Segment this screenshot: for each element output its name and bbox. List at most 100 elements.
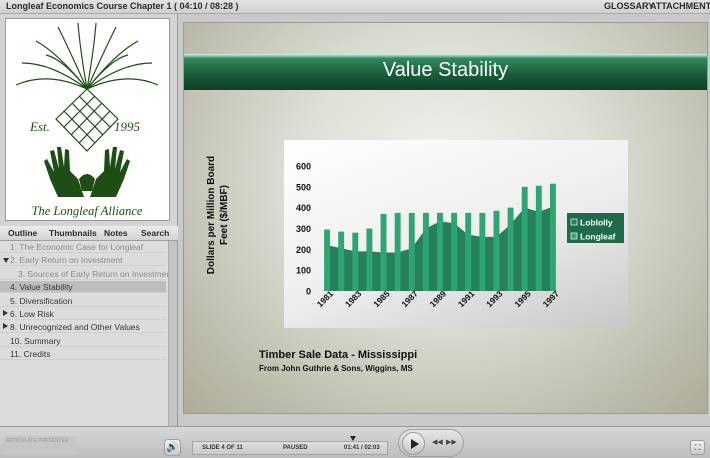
longleaf-bar [493, 210, 500, 291]
logo-established-text: Est. [29, 119, 50, 134]
svg-text:1995: 1995 [114, 119, 141, 134]
source-title: Timber Sale Data - Mississippi [259, 349, 418, 361]
longleaf-bar [408, 212, 415, 291]
player-brand-logo: ARTICULATE PRESENTER [4, 436, 76, 454]
longleaf-bar [366, 228, 373, 291]
attachments-link[interactable]: ATTACHMENTS [650, 1, 710, 11]
play-button[interactable] [402, 432, 425, 455]
outline-item[interactable]: 4. Value Stability [0, 281, 166, 294]
longleaf-bar [507, 207, 514, 291]
x-tick-label: 1985 [371, 288, 392, 309]
outline-item-label: 5. Diversification [10, 295, 73, 306]
x-tick-label: 1993 [484, 288, 505, 309]
volume-button[interactable]: 🔊 [164, 439, 181, 456]
x-tick-label: 1987 [399, 288, 420, 309]
longleaf-bar [338, 231, 345, 291]
outline-item[interactable]: 11. Credits [0, 348, 166, 361]
outline-item[interactable]: 8. Unrecognized and Other Values [0, 321, 166, 334]
player-bar: ARTICULATE PRESENTER 🔊 SLIDE 4 OF 11 PAU… [0, 426, 710, 458]
y-axis-label-line-1: Dollars per Million Board [206, 155, 217, 275]
tab-search[interactable]: Search [141, 228, 169, 238]
playback-controls: ◀◀ ▶▶ [398, 429, 464, 457]
expand-triangle-icon[interactable] [3, 323, 8, 330]
longleaf-bar [521, 186, 528, 291]
y-tick-label: 100 [296, 266, 311, 276]
progress-scrubber[interactable] [350, 436, 356, 441]
outline-item[interactable]: 3. Sources of Early Return on Investment [0, 268, 173, 280]
sidebar: Est. 1995 The Longleaf Alliance Outline … [0, 14, 178, 436]
longleaf-bar [451, 212, 458, 291]
outline-item[interactable]: 1. The Economic Case for Longleaf [0, 241, 166, 253]
y-tick-label: 500 [296, 182, 311, 192]
longleaf-bar [380, 213, 387, 291]
play-icon [411, 439, 419, 449]
slide-elapsed-time: 01:41 / 02:03 [344, 445, 380, 451]
source-subtitle: From John Guthrie & Sons, Wiggins, MS [259, 364, 413, 373]
legend-label: Loblolly [580, 218, 613, 228]
longleaf-bar [549, 183, 556, 291]
outline-item[interactable]: 5. Diversification [0, 295, 166, 307]
x-tick-label: 1989 [428, 288, 449, 309]
speaker-icon: 🔊 [166, 442, 179, 453]
longleaf-alliance-logo: Est. 1995 The Longleaf Alliance [5, 18, 170, 221]
previous-slide-button[interactable]: ◀◀ [432, 438, 443, 446]
playback-status-bar: SLIDE 4 OF 11 PAUSED 01:41 / 02:03 [192, 441, 388, 455]
expand-triangle-icon[interactable] [3, 310, 8, 316]
y-tick-label: 300 [296, 224, 311, 234]
longleaf-bar [437, 212, 443, 291]
hands-icon [44, 147, 130, 197]
longleaf-bar [465, 212, 472, 291]
x-tick-label: 1983 [343, 288, 364, 309]
title-band: Value Stability [184, 54, 707, 90]
collapse-triangle-icon[interactable] [3, 258, 9, 264]
legend-label: Longleaf [580, 232, 616, 242]
chart-y-axis-label: Dollars per Million Board Feet ($/MBF) [205, 130, 231, 300]
slide-count: SLIDE 4 OF 11 [202, 445, 243, 451]
longleaf-bar [394, 212, 401, 291]
outline-item-label: 11. Credits [10, 349, 51, 360]
playback-status: PAUSED [283, 445, 308, 451]
slide-title: Value Stability [382, 59, 509, 81]
y-tick-label: 200 [296, 245, 311, 255]
course-time: ( 04:10 / 08:28 ) [174, 1, 239, 11]
x-tick-label: 1981 [315, 288, 336, 309]
outline-item-label: 2. Early Return on Investment [10, 255, 123, 266]
longleaf-bar [352, 232, 359, 291]
top-bar: Longleaf Economics Course Chapter 1 ( 04… [0, 0, 710, 14]
x-tick-label: 1997 [541, 288, 562, 309]
next-slide-button[interactable]: ▶▶ [446, 438, 457, 446]
y-tick-label: 600 [296, 162, 311, 172]
fullscreen-button[interactable]: ⛶ [690, 440, 705, 455]
x-tick-label: 1995 [512, 288, 533, 309]
legend-swatch [570, 232, 578, 240]
chart-panel: 0 100 200 300 400 500 600 1981 1983 1985 1987 1989 1… [284, 140, 628, 328]
tab-outline[interactable]: Outline [8, 228, 37, 238]
x-tick-label: 1991 [456, 288, 477, 309]
pine-frond-icon [15, 22, 159, 90]
outline-list: 1. The Economic Case for Longleaf 2. Earl… [0, 241, 173, 436]
sidebar-tabs: Outline Thumbnails Notes Search [0, 226, 178, 241]
legend-swatch [570, 218, 578, 226]
outline-item[interactable]: 2. Early Return on Investment [0, 254, 166, 267]
outline-item[interactable]: 10. Summary [0, 335, 166, 347]
y-tick-label: 0 [306, 287, 311, 297]
outline-item-label: 4. Value Stability [10, 282, 73, 293]
y-tick-label: 400 [296, 203, 311, 213]
outline-item-label: 1. The Economic Case for Longleaf [10, 242, 144, 252]
outline-item[interactable]: 6. Low Risk [0, 308, 166, 320]
outline-scrollbar[interactable] [168, 241, 177, 426]
tab-thumbnails[interactable]: Thumbnails [49, 228, 97, 238]
outline-item-label: 6. Low Risk [10, 309, 54, 319]
pine-cone-icon [55, 88, 119, 152]
longleaf-bar [535, 185, 542, 291]
outline-item-label: 10. Summary [10, 335, 61, 346]
chart: 0 100 200 300 400 500 600 1981 1983 1985 1987 1989 1… [296, 162, 624, 309]
longleaf-bar [324, 229, 331, 291]
outline-item-label: 8. Unrecognized and Other Values [10, 322, 140, 333]
tab-notes[interactable]: Notes [104, 228, 128, 238]
y-axis-label-line-2: Feet ($/MBF) [219, 185, 230, 245]
slide-frame: Value Stability Dollars per Million Boar… [183, 22, 708, 414]
glossary-link[interactable]: GLOSSARY [604, 1, 654, 11]
course-title: Longleaf Economics Course Chapter 1 [6, 1, 172, 11]
fullscreen-icon: ⛶ [694, 443, 701, 452]
